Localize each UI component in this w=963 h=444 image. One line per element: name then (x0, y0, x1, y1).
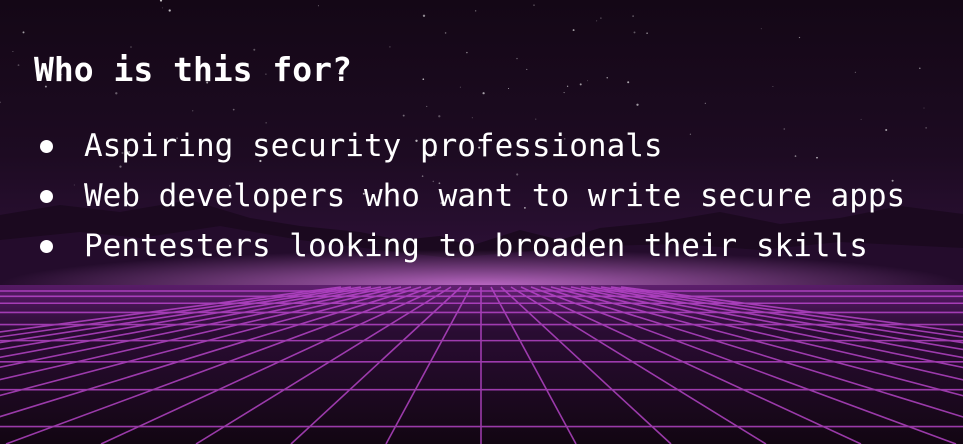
slide: Who is this for? Aspiring security profe… (0, 0, 963, 444)
list-item: Web developers who want to write secure … (34, 172, 954, 220)
bullet-dot-icon (40, 140, 53, 153)
slide-content: Who is this for? Aspiring security profe… (0, 0, 963, 444)
slide-title: Who is this for? (34, 50, 352, 89)
bullet-text: Web developers who want to write secure … (84, 178, 906, 214)
bullet-dot-icon (40, 240, 53, 253)
bullet-text: Pentesters looking to broaden their skil… (84, 228, 868, 264)
bullet-text: Aspiring security professionals (84, 128, 663, 164)
bullet-dot-icon (40, 190, 53, 203)
list-item: Pentesters looking to broaden their skil… (34, 222, 954, 270)
bullet-list: Aspiring security professionals Web deve… (34, 122, 954, 272)
list-item: Aspiring security professionals (34, 122, 954, 170)
